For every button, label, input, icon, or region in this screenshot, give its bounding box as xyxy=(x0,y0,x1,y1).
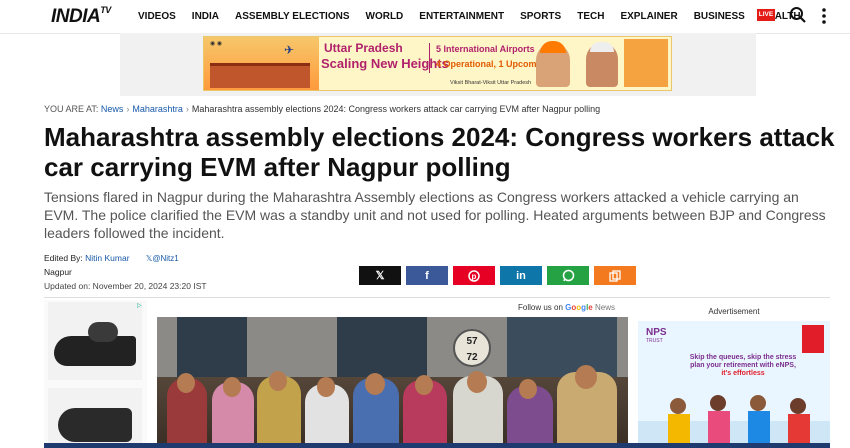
booth-sign: 57 72 xyxy=(453,329,491,367)
edited-by-label: Edited By: xyxy=(44,253,83,263)
share-whatsapp-button[interactable] xyxy=(547,266,589,285)
breadcrumb: YOU ARE AT: News › Maharashtra › Maharashtra… xyxy=(44,104,600,114)
photo-head xyxy=(223,377,241,397)
shoe-image-2 xyxy=(48,388,142,448)
site-logo[interactable]: INDIATV xyxy=(51,5,111,28)
ad-line-4: 4 Operational, 1 Upcoming xyxy=(436,59,551,69)
editor-handle: @Nitz1 xyxy=(152,254,179,263)
updated-timestamp: Updated on: November 20, 2024 23:20 IST xyxy=(44,281,207,291)
share-linkedin-button[interactable]: in xyxy=(500,266,542,285)
ad-portrait-2 xyxy=(586,42,618,87)
share-pinterest-button[interactable]: p xyxy=(453,266,495,285)
ad-footer: Viksit Bharat-Viksit Uttar Pradesh xyxy=(450,80,532,86)
logo-text: INDIA xyxy=(51,6,101,27)
google-news-label: News xyxy=(594,303,615,312)
dateline-location: Nagpur xyxy=(44,267,72,277)
nps-ad-text: Skip the queues, skip the stress plan yo… xyxy=(668,354,818,378)
x-handle-link[interactable]: 𝕏@Nitz1 xyxy=(146,254,179,263)
share-copy-button[interactable] xyxy=(594,266,636,285)
chevron-right-icon: › xyxy=(185,104,189,114)
ad-choices-icon[interactable]: ▷ xyxy=(137,302,145,310)
ad-palace-image xyxy=(210,63,310,88)
photo-door-2 xyxy=(507,317,617,377)
up-airports-ad[interactable]: ◉ ◉ ✈ Uttar Pradesh Scaling New Heights … xyxy=(203,36,672,91)
nav-world[interactable]: WORLD xyxy=(366,11,404,22)
share-bar: 𝕏 f p in xyxy=(359,266,636,285)
live-button[interactable]: LIVE xyxy=(757,9,775,21)
site-header: INDIATV VIDEOS INDIA ASSEMBLY ELECTIONS … xyxy=(0,0,850,34)
nav-india[interactable]: INDIA xyxy=(192,11,219,22)
photo-head xyxy=(317,377,335,397)
follow-google-news[interactable]: Follow us on Google News xyxy=(518,303,615,312)
ad-line-1: Uttar Pradesh xyxy=(324,41,403,55)
editor-link[interactable]: Nitin Kumar xyxy=(85,253,129,263)
ad-portrait-1 xyxy=(536,41,570,87)
whatsapp-icon xyxy=(562,269,574,282)
nps-line-1: Skip the queues, skip the stress xyxy=(689,354,797,361)
more-vertical-icon[interactable] xyxy=(818,7,830,25)
byline: Edited By: Nitin Kumar 𝕏@Nitz1 xyxy=(44,253,179,263)
follow-label: Follow us on xyxy=(518,303,563,312)
nav-sports[interactable]: SPORTS xyxy=(520,11,561,22)
right-nps-ad[interactable]: Advertisement NPS TRUST Skip the queues, … xyxy=(638,303,830,448)
photo-head xyxy=(519,379,537,399)
breadcrumb-current: Maharashtra assembly elections 2024: Con… xyxy=(191,104,601,114)
photo-door xyxy=(337,317,427,377)
nav-business[interactable]: BUSINESS xyxy=(694,11,745,22)
facebook-icon: f xyxy=(425,269,429,282)
nps-line-2: plan your retirement with eNPS, xyxy=(690,362,796,369)
article-summary: Tensions flared in Nagpur during the Mah… xyxy=(44,189,826,241)
logo-tv: TV xyxy=(100,5,111,15)
main-nav: VIDEOS INDIA ASSEMBLY ELECTIONS WORLD EN… xyxy=(138,11,817,22)
advertisement-label: Advertisement xyxy=(708,307,760,316)
ad-line-3: 5 International Airports xyxy=(436,44,535,54)
breadcrumb-news[interactable]: News xyxy=(101,104,124,114)
nps-brand: NPS xyxy=(646,327,667,338)
search-icon[interactable] xyxy=(789,6,807,24)
breadcrumb-label: YOU ARE AT: xyxy=(44,104,99,114)
share-x-button[interactable]: 𝕏 xyxy=(359,266,401,285)
nav-tech[interactable]: TECH xyxy=(577,11,604,22)
share-facebook-button[interactable]: f xyxy=(406,266,448,285)
nps-ad-creative: NPS TRUST Skip the queues, skip the stres… xyxy=(638,321,830,448)
chevron-right-icon: › xyxy=(126,104,130,114)
airplane-icon: ✈ xyxy=(284,43,295,57)
nav-explainer[interactable]: EXPLAINER xyxy=(620,11,677,22)
nav-entertainment[interactable]: ENTERTAINMENT xyxy=(419,11,504,22)
article-hero-image: 57 72 xyxy=(157,317,628,448)
photo-head xyxy=(467,371,487,393)
ad-divider xyxy=(429,43,430,73)
photo-window xyxy=(177,317,247,377)
copy-icon xyxy=(609,269,621,282)
nps-logo: NPS TRUST xyxy=(646,327,667,344)
nps-line-3: it's effortless xyxy=(721,370,765,377)
nav-videos[interactable]: VIDEOS xyxy=(138,11,176,22)
ad-kumbh-image xyxy=(624,39,668,87)
bottom-strip xyxy=(44,443,830,448)
photo-head xyxy=(177,373,195,393)
nps-brand-sub: TRUST xyxy=(646,338,663,344)
linkedin-icon: in xyxy=(516,269,526,282)
pinterest-icon: p xyxy=(468,269,480,282)
left-shoe-ad[interactable]: ▷ xyxy=(44,300,147,448)
google-logo: Google xyxy=(565,303,593,312)
photo-head xyxy=(269,371,287,391)
photo-head xyxy=(365,373,385,395)
shoe-image-1 xyxy=(48,302,142,380)
nps-ad-illustration xyxy=(638,395,830,448)
x-icon: 𝕏 xyxy=(375,270,385,282)
nav-assembly-elections[interactable]: ASSEMBLY ELECTIONS xyxy=(235,11,349,22)
nps-red-badge xyxy=(802,325,824,353)
breadcrumb-maharashtra[interactable]: Maharashtra xyxy=(132,104,183,114)
svg-text:p: p xyxy=(472,272,477,281)
ad-seal-icon: ◉ ◉ xyxy=(210,41,223,47)
photo-head xyxy=(415,375,433,395)
photo-head xyxy=(575,365,597,389)
article-title: Maharashtra assembly elections 2024: Con… xyxy=(44,122,835,182)
section-divider xyxy=(44,297,830,298)
